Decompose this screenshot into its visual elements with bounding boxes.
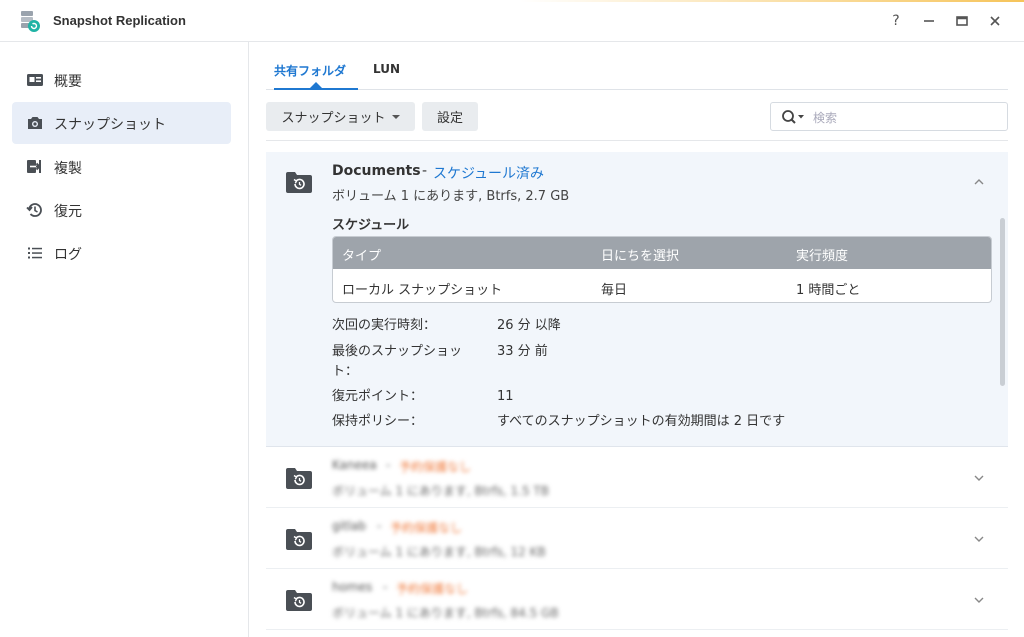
- chevron-up-icon[interactable]: [973, 176, 985, 188]
- column-header-type: タイプ: [342, 249, 382, 264]
- app-window: Snapshot Replication ? 概要 スナップショット 複製 復元…: [0, 0, 1024, 637]
- folder-row[interactable]: gitlab - 予約保護なし ボリューム 1 にあります, Btrfs, 12…: [266, 509, 1008, 569]
- title-bar: Snapshot Replication ?: [0, 0, 1024, 42]
- active-tab-notch: [310, 82, 322, 88]
- sidebar-item-label: 復元: [54, 204, 82, 220]
- replication-icon: [27, 160, 41, 173]
- search-box[interactable]: 検索: [770, 102, 1008, 131]
- minimize-button[interactable]: [918, 10, 940, 32]
- snapshot-folder-icon: [286, 590, 312, 611]
- active-tab-indicator: [274, 88, 358, 90]
- close-button[interactable]: [984, 10, 1006, 32]
- folder-name: gitlab: [332, 519, 366, 533]
- table-cell-type: ローカル スナップショット: [342, 283, 503, 298]
- camera-icon: [28, 117, 42, 129]
- search-icon: [782, 110, 804, 124]
- folder-row[interactable]: homes - 予約保護なし ボリューム 1 にあります, Btrfs, 84.…: [266, 570, 1008, 630]
- sidebar: 概要 スナップショット 複製 復元 ログ: [0, 42, 249, 637]
- log-list-icon: [28, 247, 42, 259]
- detail-value-last-snapshot: 33 分 前: [497, 344, 548, 359]
- tab-bar: 共有フォルダ LUN: [266, 42, 1008, 90]
- detail-value-next-run: 26 分 以降: [497, 318, 561, 333]
- sidebar-item-label: スナップショット: [54, 117, 166, 133]
- snapshot-folder-icon: [286, 468, 312, 489]
- folder-info: ボリューム 1 にあります, Btrfs, 12 KB: [332, 545, 546, 559]
- close-icon: [990, 16, 1000, 26]
- toolbar-divider: [266, 140, 1008, 141]
- sidebar-item-replication[interactable]: 複製: [12, 146, 231, 188]
- app-title: Snapshot Replication: [53, 13, 186, 28]
- detail-value-retention: すべてのスナップショットの有効期間は 2 日です: [497, 414, 786, 429]
- detail-label-last-snapshot: 最後のスナップショッ ト：: [332, 344, 463, 379]
- folder-separator: -: [383, 580, 388, 594]
- folder-info: ボリューム 1 にあります, Btrfs, 84.5 GB: [332, 606, 559, 620]
- main-panel: 共有フォルダ LUN スナップショット 設定 検索 Documents - スケ…: [250, 42, 1024, 637]
- app-icon: [21, 11, 40, 32]
- folder-separator: -: [386, 458, 391, 472]
- sidebar-item-snapshot[interactable]: スナップショット: [12, 102, 231, 144]
- chevron-down-icon[interactable]: [973, 533, 985, 545]
- sidebar-item-log[interactable]: ログ: [12, 232, 231, 274]
- restore-icon: [26, 203, 42, 217]
- folder-name: homes: [332, 580, 373, 594]
- sidebar-item-label: ログ: [54, 247, 82, 263]
- detail-label-retention: 保持ポリシー：: [332, 414, 424, 429]
- tab-lun[interactable]: LUN: [373, 62, 400, 76]
- folder-name: Kaneea: [332, 458, 377, 472]
- scrollbar-thumb[interactable]: [1000, 218, 1005, 386]
- overview-icon: [27, 74, 43, 86]
- folder-row[interactable]: Kaneea - 予約保護なし ボリューム 1 にあります, Btrfs, 1.…: [266, 448, 1008, 508]
- help-button[interactable]: ?: [885, 10, 907, 32]
- folder-status: 予約保護なし: [390, 521, 463, 535]
- sidebar-item-label: 複製: [54, 161, 82, 177]
- snapshot-folder-icon: [286, 172, 312, 193]
- maximize-button[interactable]: [951, 10, 973, 32]
- sidebar-item-restore[interactable]: 復元: [12, 189, 231, 231]
- chevron-down-icon[interactable]: [973, 594, 985, 606]
- schedule-table-header: タイプ 日にちを選択 実行頻度: [333, 237, 991, 269]
- table-cell-frequency: 1 時間ごと: [796, 283, 861, 298]
- folder-separator: -: [422, 163, 428, 179]
- column-header-frequency: 実行頻度: [796, 249, 849, 264]
- caret-down-icon: [391, 114, 400, 119]
- tab-shared-folder[interactable]: 共有フォルダ: [274, 62, 346, 79]
- detail-label-restore-points: 復元ポイント：: [332, 389, 424, 404]
- column-header-days: 日にちを選択: [601, 249, 680, 264]
- folder-status: 予約保護なし: [399, 460, 472, 474]
- folder-name: Documents: [332, 163, 421, 179]
- folder-status: スケジュール済み: [433, 166, 545, 182]
- table-cell-days: 毎日: [601, 283, 628, 298]
- sidebar-item-label: 概要: [54, 74, 82, 90]
- snapshot-dropdown-button[interactable]: スナップショット: [266, 102, 415, 131]
- schedule-table: タイプ 日にちを選択 実行頻度 ローカル スナップショット 毎日 1 時間ごと: [332, 236, 992, 303]
- settings-button[interactable]: 設定: [422, 102, 478, 131]
- sidebar-item-overview[interactable]: 概要: [12, 59, 231, 101]
- minimize-icon: [924, 20, 934, 22]
- title-accent-bar: [520, 0, 1024, 2]
- folder-info: ボリューム 1 にあります, Btrfs, 1.5 TB: [332, 484, 549, 498]
- snapshot-button-label: スナップショット: [281, 111, 386, 126]
- folder-separator: -: [377, 519, 382, 533]
- schedule-title: スケジュール: [332, 218, 410, 233]
- folder-info: ボリューム 1 にあります, Btrfs, 2.7 GB: [332, 189, 570, 204]
- detail-value-restore-points: 11: [497, 389, 514, 404]
- folder-status: 予約保護なし: [396, 582, 469, 596]
- search-placeholder: 検索: [813, 111, 838, 125]
- chevron-down-icon[interactable]: [973, 472, 985, 484]
- maximize-icon: [956, 16, 968, 26]
- folder-row-expanded[interactable]: Documents - スケジュール済み ボリューム 1 にあります, Btrf…: [266, 152, 1008, 447]
- detail-label-next-run: 次回の実行時刻：: [332, 318, 437, 333]
- snapshot-folder-icon: [286, 529, 312, 550]
